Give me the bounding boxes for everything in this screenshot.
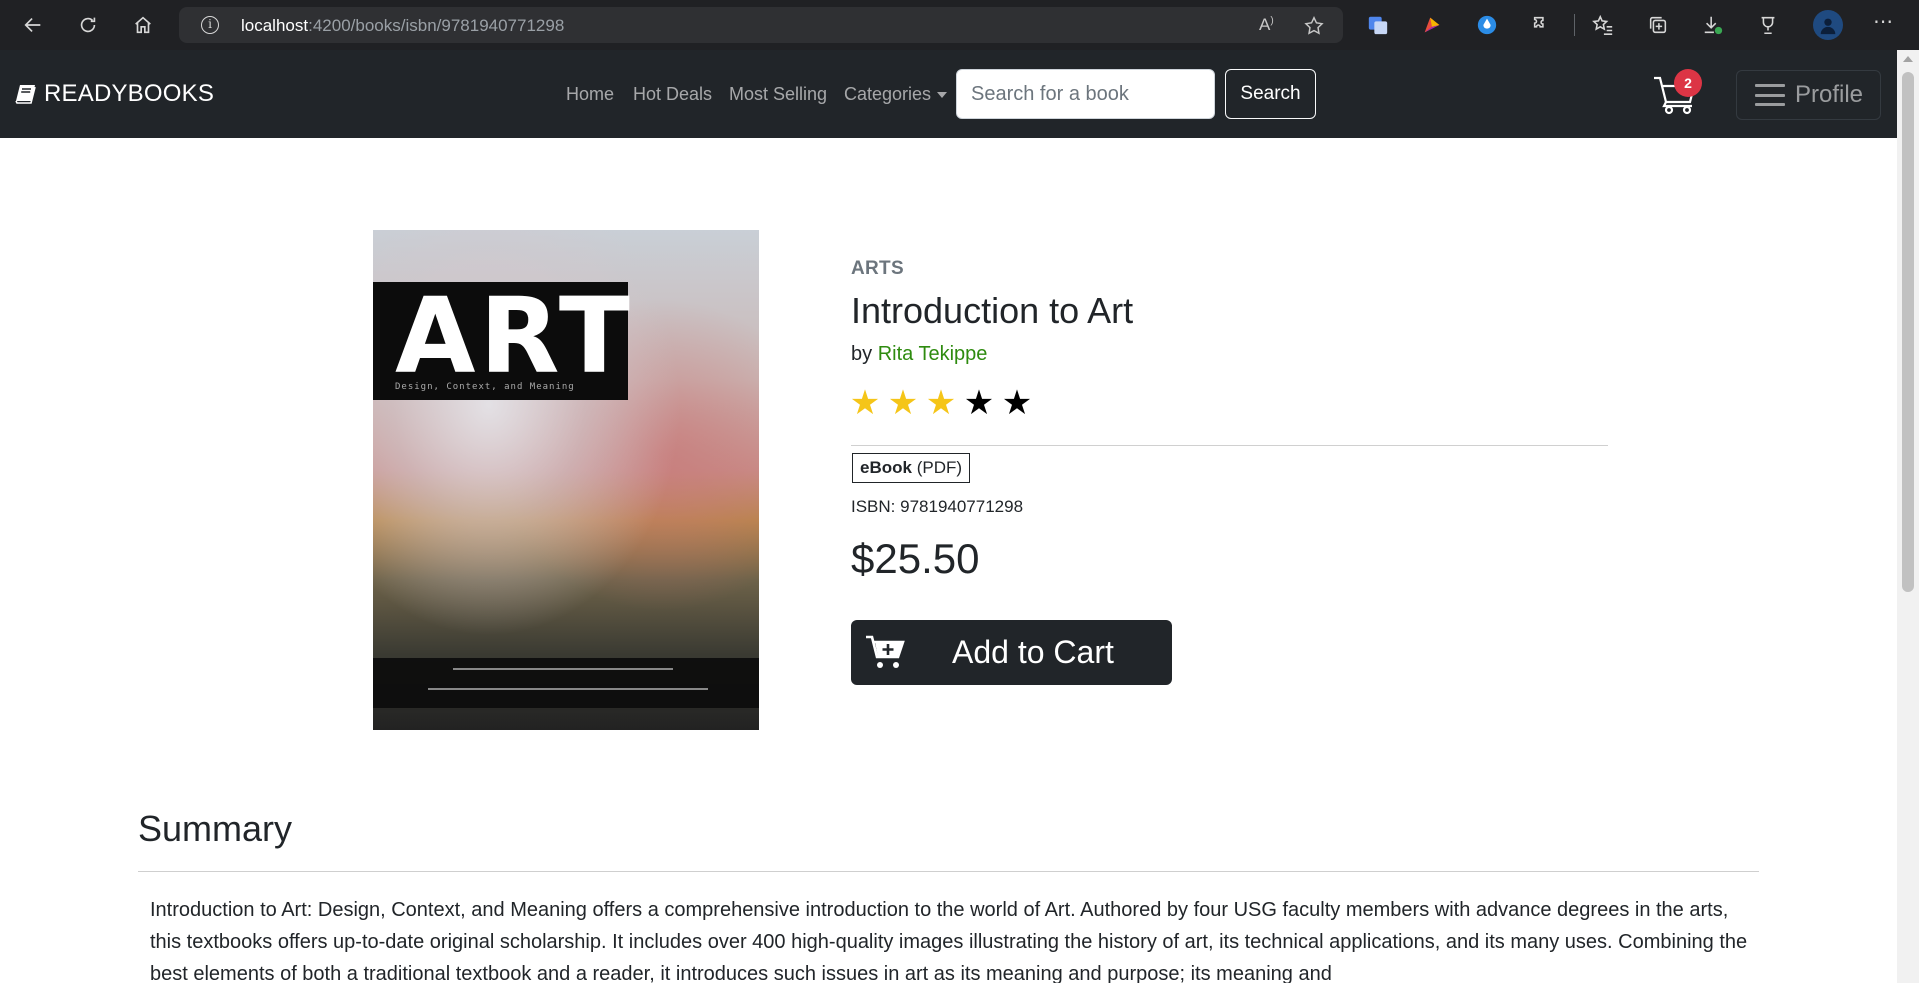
book-category: ARTS (851, 258, 904, 279)
brand-logo[interactable]: READYBOOKS (14, 80, 214, 108)
site-info-icon[interactable]: i (201, 16, 219, 34)
add-to-cart-label: Add to Cart (952, 634, 1114, 670)
format-badge: eBook (PDF) (852, 453, 971, 483)
cover-title-block: ART Design, Context, and Meaning (373, 282, 630, 400)
cover-title: ART (395, 275, 634, 397)
drop-extension-icon[interactable] (1474, 12, 1500, 38)
url-host: localhost (241, 16, 309, 35)
downloads-icon[interactable] (1700, 12, 1726, 38)
user-avatar-icon[interactable] (1813, 10, 1843, 40)
add-to-cart-button[interactable]: Add to Cart (851, 620, 1172, 685)
toolbar-divider (1574, 14, 1575, 36)
format-type: eBook (860, 458, 912, 477)
nav-categories-dropdown[interactable]: Categories (844, 84, 948, 105)
nav-home[interactable]: Home (566, 84, 614, 105)
favorite-icon[interactable] (1303, 15, 1325, 42)
url-path: :4200/books/isbn/9781940771298 (308, 16, 565, 35)
browser-essentials-icon[interactable] (1755, 12, 1781, 38)
nav-categories-label: Categories (844, 84, 932, 104)
star-filled-icon: ★ (849, 383, 881, 423)
cover-authors-band (373, 658, 759, 708)
url-text: localhost:4200/books/isbn/9781940771298 (241, 16, 564, 36)
nav-hot-deals[interactable]: Hot Deals (633, 84, 712, 105)
star-empty-icon: ★ (1001, 383, 1033, 423)
search-input[interactable] (956, 69, 1215, 119)
brand-name: READYBOOKS (44, 80, 215, 107)
summary-heading: Summary (138, 808, 293, 849)
home-icon[interactable] (126, 8, 160, 42)
book-price: $25.50 (851, 535, 980, 582)
colorful-extension-icon[interactable] (1419, 12, 1445, 38)
cover-subtitle: Design, Context, and Meaning (395, 382, 575, 392)
book-isbn: ISBN: 9781940771298 (851, 497, 1024, 516)
summary-divider (138, 871, 1759, 872)
book-title: Introduction to Art (851, 290, 1134, 331)
star-empty-icon: ★ (963, 383, 995, 423)
by-label: by (851, 343, 873, 365)
cart-plus-icon (866, 635, 905, 668)
browser-toolbar: i localhost:4200/books/isbn/978194077129… (0, 0, 1919, 50)
address-bar[interactable]: i localhost:4200/books/isbn/978194077129… (179, 7, 1343, 43)
reload-icon[interactable] (71, 8, 105, 42)
translate-icon[interactable] (1365, 12, 1391, 38)
star-filled-icon: ★ (925, 383, 957, 423)
cart-count-badge: 2 (1674, 69, 1702, 97)
page-scrollbar[interactable] (1897, 50, 1919, 983)
favorites-list-icon[interactable] (1590, 12, 1616, 38)
more-options-icon[interactable]: ⋯ (1870, 8, 1896, 34)
search-button[interactable]: Search (1225, 69, 1316, 119)
app-navbar: READYBOOKS Home Hot Deals Most Selling C… (0, 50, 1897, 138)
book-cover-image: ART Design, Context, and Meaning (373, 230, 759, 730)
summary-text: Introduction to Art: Design, Context, an… (150, 899, 1748, 983)
caret-down-icon (937, 92, 948, 99)
profile-menu-button[interactable]: Profile (1736, 70, 1881, 120)
read-aloud-icon[interactable]: A) (1259, 15, 1274, 35)
book-byline: by Rita Tekippe (851, 343, 987, 366)
collections-icon[interactable] (1645, 12, 1671, 38)
scroll-up-icon[interactable] (1903, 56, 1913, 62)
star-filled-icon: ★ (887, 383, 919, 423)
hamburger-icon (1755, 84, 1785, 106)
book-icon (15, 85, 36, 104)
extensions-icon[interactable] (1529, 12, 1555, 38)
back-icon[interactable] (16, 8, 50, 42)
format-detail: (PDF) (916, 458, 963, 477)
nav-most-selling[interactable]: Most Selling (729, 84, 827, 105)
rating-stars: ★ ★ ★ ★ ★ (849, 383, 1033, 423)
details-divider (851, 445, 1608, 446)
author-link[interactable]: Rita Tekippe (878, 343, 988, 365)
scroll-thumb[interactable] (1902, 72, 1914, 592)
profile-label: Profile (1795, 81, 1864, 108)
